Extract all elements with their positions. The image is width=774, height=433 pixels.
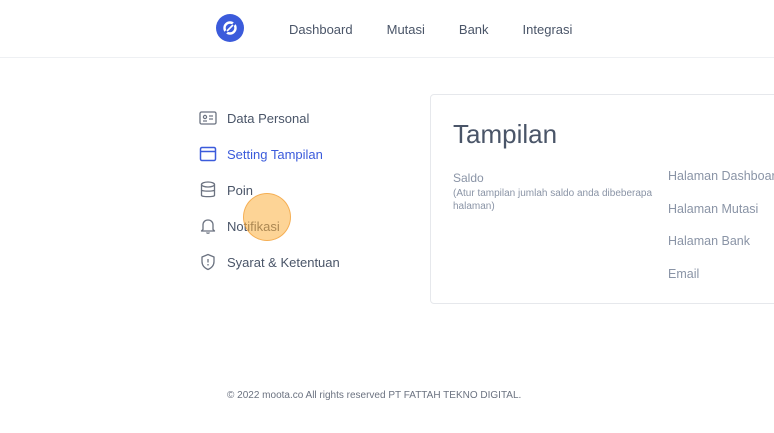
- nav-mutasi[interactable]: Mutasi: [387, 22, 425, 37]
- main-nav: Dashboard Mutasi Bank Integrasi: [289, 0, 606, 58]
- nav-dashboard[interactable]: Dashboard: [289, 22, 353, 37]
- sidebar-item-label: Data Personal: [227, 110, 310, 126]
- nav-integrasi[interactable]: Integrasi: [523, 22, 573, 37]
- sidebar-item-label: Setting Tampilan: [227, 146, 323, 162]
- sidebar-item-label: Notifikasi: [227, 218, 280, 234]
- sidebar-item-syarat-ketentuan[interactable]: Syarat & Ketentuan: [199, 244, 399, 280]
- footer-copyright: © 2022 moota.co All rights reserved PT F…: [227, 390, 522, 401]
- saldo-label: Saldo: [453, 171, 484, 185]
- saldo-options: Halaman Dashboard Halaman Mutasi Halaman…: [668, 169, 774, 299]
- option-halaman-dashboard[interactable]: Halaman Dashboard: [668, 169, 774, 202]
- settings-sidebar: Data Personal Setting Tampilan Poin Noti…: [199, 100, 399, 280]
- bell-icon: [199, 217, 217, 235]
- sidebar-item-label: Syarat & Ketentuan: [227, 254, 340, 270]
- tampilan-card: Tampilan Saldo (Atur tampilan jumlah sal…: [430, 94, 774, 304]
- top-navbar: Dashboard Mutasi Bank Integrasi: [0, 0, 774, 58]
- browser-window-icon: [199, 145, 217, 163]
- sidebar-item-label: Poin: [227, 182, 254, 198]
- nav-bank[interactable]: Bank: [459, 22, 489, 37]
- sidebar-item-poin[interactable]: Poin: [199, 172, 399, 208]
- id-card-icon: [199, 109, 217, 127]
- page-title: Tampilan: [453, 119, 558, 149]
- moota-logo-icon[interactable]: [216, 14, 244, 42]
- saldo-description: (Atur tampilan jumlah saldo anda dibeber…: [453, 188, 653, 212]
- sidebar-item-data-personal[interactable]: Data Personal: [199, 100, 399, 136]
- shield-icon: [199, 253, 217, 271]
- sidebar-item-setting-tampilan[interactable]: Setting Tampilan: [199, 136, 399, 172]
- option-halaman-bank[interactable]: Halaman Bank: [668, 234, 774, 267]
- sidebar-item-notifikasi[interactable]: Notifikasi: [199, 208, 399, 244]
- database-icon: [199, 181, 217, 199]
- option-email[interactable]: Email: [668, 267, 774, 300]
- option-halaman-mutasi[interactable]: Halaman Mutasi: [668, 202, 774, 235]
